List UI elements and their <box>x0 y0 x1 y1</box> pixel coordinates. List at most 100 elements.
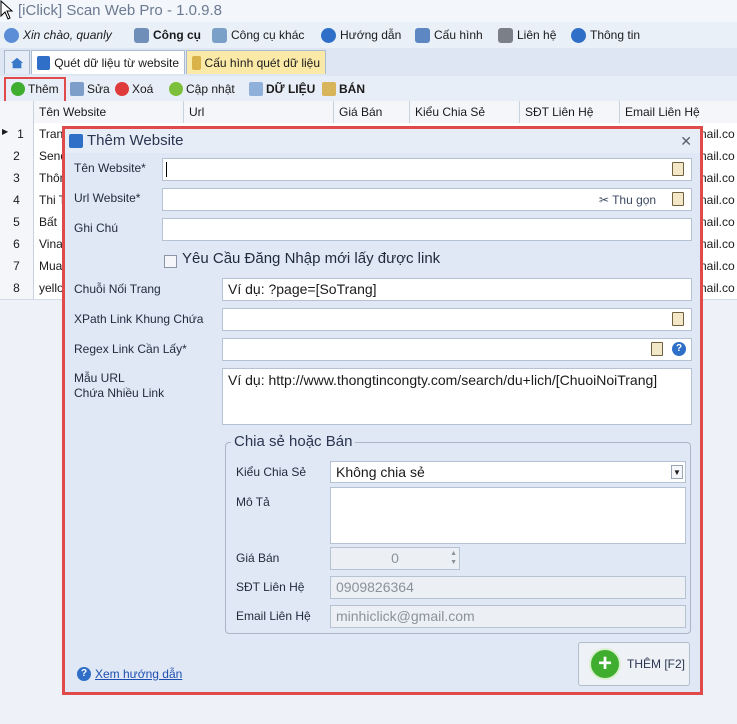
menu-other-tools[interactable]: Công cụ khác <box>212 26 304 44</box>
xpath-label: XPath Link Khung Chứa <box>74 312 204 326</box>
row-website-name: Tran <box>39 127 63 141</box>
menu-guide[interactable]: Hướng dẫn <box>321 26 401 44</box>
price-label: Giá Bán <box>236 551 280 565</box>
xpath-input[interactable] <box>222 308 692 331</box>
dialog-add-button-label: THÊM [F2] <box>627 657 686 671</box>
row-number: 2 <box>0 145 34 167</box>
phone-input[interactable]: 0909826364 <box>330 576 686 599</box>
column-header[interactable]: SĐT Liên Hệ <box>520 101 620 123</box>
update-button[interactable]: Cập nhật <box>169 79 235 98</box>
menu-greeting[interactable]: Xin chào, quanly <box>4 26 112 44</box>
row-email: nail.co <box>700 281 735 295</box>
sell-button[interactable]: BÁN <box>322 79 365 98</box>
view-guide-link[interactable]: ? Xem hướng dẫn <box>77 667 182 681</box>
menu-bar: Xin chào, quanly Công cụ Công cụ khác Hư… <box>0 22 737 49</box>
current-row-icon: ▶ <box>2 127 9 136</box>
tab-scan-data-label: Quét dữ liệu từ website <box>54 55 179 70</box>
other-tools-icon <box>212 27 227 43</box>
note-input[interactable] <box>162 218 692 241</box>
menu-info-label: Thông tin <box>590 28 641 42</box>
data-button-label: DỮ LIỆU <box>266 81 316 96</box>
login-required-label: Yêu Cầu Đăng Nhập mới lấy được link <box>182 250 441 267</box>
paste-icon[interactable] <box>672 192 684 206</box>
menu-info[interactable]: Thông tin <box>571 26 640 44</box>
chevron-down-icon[interactable]: ▼ <box>671 465 683 479</box>
menu-guide-label: Hướng dẫn <box>340 28 402 42</box>
row-email: nail.co <box>700 149 735 163</box>
info-icon <box>571 27 586 43</box>
collapse-label: Thu gọn <box>612 193 657 207</box>
close-icon[interactable]: ✕ <box>680 133 692 150</box>
row-number: 4 <box>0 189 34 211</box>
url-pattern-label-2: Chứa Nhiều Link <box>74 386 165 400</box>
row-website-name: Thôn <box>39 171 63 185</box>
price-value: 0 <box>391 550 399 566</box>
row-website-name: Bất <box>39 215 58 229</box>
phone-label: SĐT Liên Hệ <box>236 580 305 594</box>
page-string-label: Chuỗi Nối Trang <box>74 282 161 296</box>
dialog-title-bar: Thêm Website ✕ <box>65 129 700 153</box>
row-number: 5 <box>0 211 34 233</box>
site-url-label: Url Website* <box>74 191 141 205</box>
window-title: [iClick] Scan Web Pro - 1.0.9.8 <box>18 2 222 19</box>
grid-corner <box>0 101 34 123</box>
row-website-name: yello <box>39 281 63 295</box>
edit-button[interactable]: Sửa <box>70 79 110 98</box>
paste-icon[interactable] <box>672 162 684 176</box>
menu-contact[interactable]: Liên hệ <box>498 26 556 44</box>
row-website-name: Vina <box>39 237 63 251</box>
row-number: 7 <box>0 255 34 277</box>
tab-home[interactable] <box>4 50 30 74</box>
share-type-label: Kiểu Chia Sẻ <box>236 465 307 479</box>
add-website-dialog: Thêm Website ✕ Tên Website* Url Website*… <box>62 126 703 695</box>
login-required-checkbox[interactable] <box>164 255 177 268</box>
share-type-select[interactable]: Không chia sẻ ▼ <box>330 461 686 483</box>
mouse-cursor-icon <box>0 0 14 20</box>
paste-icon[interactable] <box>672 312 684 326</box>
share-type-value: Không chia sẻ <box>336 464 425 480</box>
price-stepper[interactable]: 0 ▲ ▼ <box>330 547 460 570</box>
config-icon <box>415 27 430 43</box>
row-email: nail.co <box>700 215 735 229</box>
row-email: nail.co <box>700 237 735 251</box>
column-header[interactable]: Url <box>184 101 334 123</box>
refresh-icon <box>169 81 183 96</box>
dialog-add-button[interactable]: + THÊM [F2] <box>578 642 690 686</box>
help-icon[interactable]: ? <box>672 342 686 356</box>
tab-scan-config[interactable]: Cấu hình quét dữ liệu <box>186 50 326 74</box>
url-pattern-input[interactable]: Ví dụ: http://www.thongtincongty.com/sea… <box>222 368 692 425</box>
url-pattern-label: Mẫu URL <box>74 371 125 385</box>
paste-icon[interactable] <box>651 342 663 356</box>
grid-header: Tên Website Url Giá Bán Kiểu Chia Sẻ SĐT… <box>0 101 737 124</box>
column-header[interactable]: Giá Bán <box>334 101 410 123</box>
tab-scan-data[interactable]: Quét dữ liệu từ website <box>31 50 185 74</box>
menu-config[interactable]: Cấu hình <box>415 26 483 44</box>
email-input[interactable]: minhiclick@gmail.com <box>330 605 686 628</box>
window-title-bar: [iClick] Scan Web Pro - 1.0.9.8 <box>0 0 737 22</box>
column-header[interactable]: Kiểu Chia Sẻ <box>410 101 520 123</box>
delete-button[interactable]: Xoá <box>115 79 153 98</box>
regex-label: Regex Link Cần Lấy* <box>74 342 187 356</box>
view-guide-label: Xem hướng dẫn <box>95 667 183 681</box>
scissors-icon: ✂ <box>599 193 610 207</box>
collapse-button[interactable]: ✂ Thu gọn <box>599 193 656 207</box>
site-name-label: Tên Website* <box>74 161 146 175</box>
email-label: Email Liên Hệ <box>236 609 311 623</box>
tab-row: Quét dữ liệu từ website Cấu hình quét dữ… <box>0 48 737 77</box>
description-input[interactable] <box>330 487 686 544</box>
regex-input[interactable] <box>222 338 692 361</box>
column-header[interactable]: Tên Website <box>34 101 184 123</box>
column-header[interactable]: Email Liên Hệ <box>620 101 737 123</box>
delete-icon <box>115 81 129 96</box>
page-string-input[interactable]: Ví dụ: ?page=[SoTrang] <box>222 278 692 301</box>
menu-tools[interactable]: Công cụ <box>134 26 201 44</box>
row-number: 3 <box>0 167 34 189</box>
data-button[interactable]: DỮ LIỆU <box>249 79 315 98</box>
help-icon <box>321 27 336 43</box>
config-icon <box>192 55 201 70</box>
site-name-input[interactable] <box>162 158 692 181</box>
spinner-icon[interactable]: ▲ ▼ <box>450 549 457 567</box>
menu-other-tools-label: Công cụ khác <box>231 28 305 42</box>
row-number: 6 <box>0 233 34 255</box>
row-website-name: Send <box>39 149 63 163</box>
